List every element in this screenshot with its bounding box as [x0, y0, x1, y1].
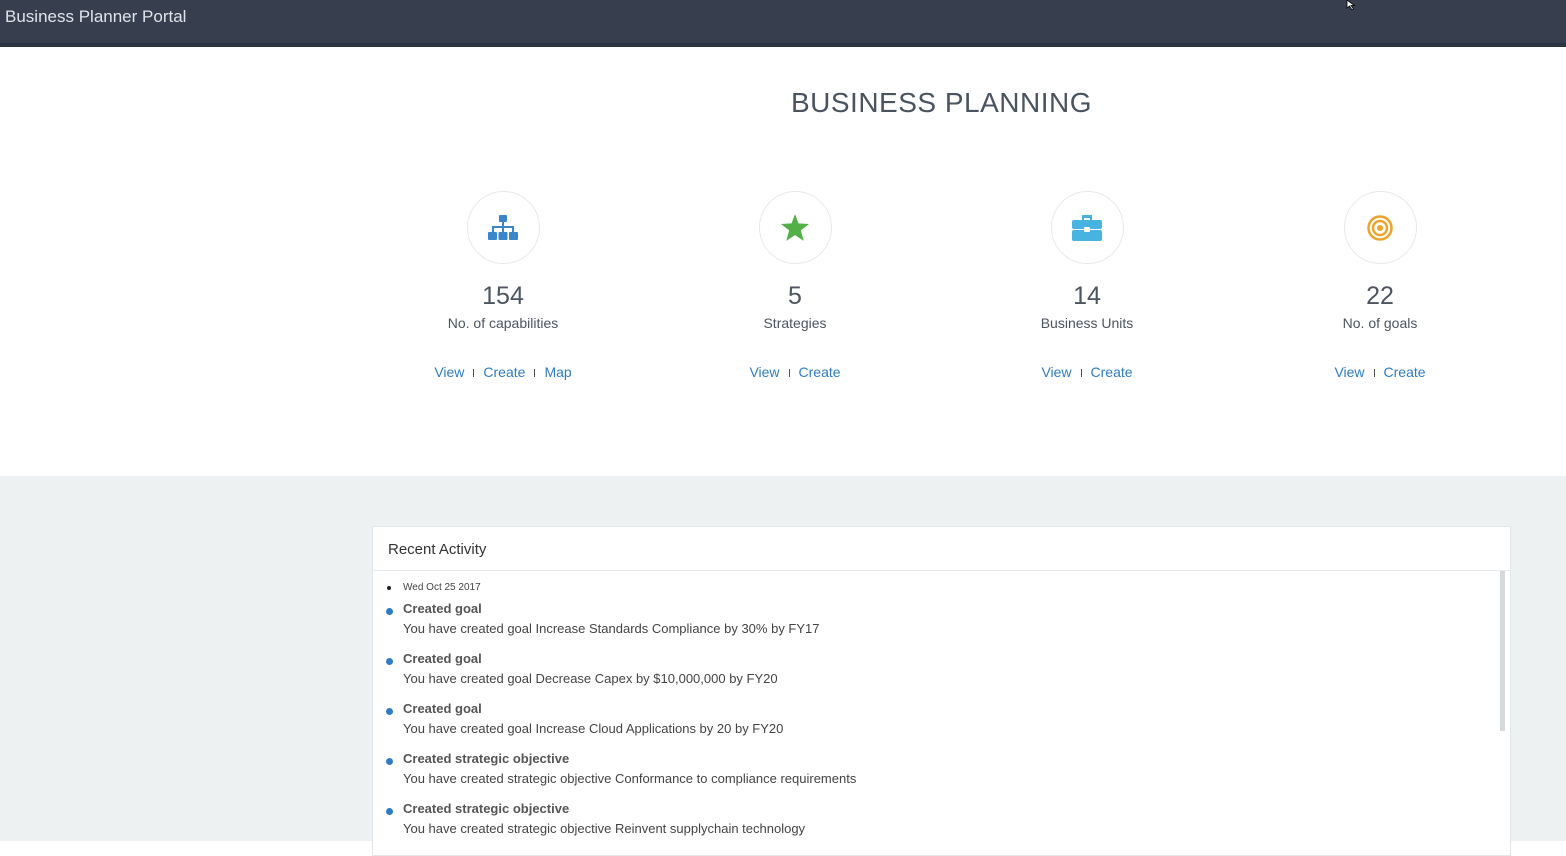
target-icon	[1367, 214, 1393, 241]
strategies-links: View Create	[675, 364, 915, 380]
activity-item-desc: You have created goal Decrease Capex by …	[403, 671, 778, 686]
business-units-label: Business Units	[1040, 315, 1134, 331]
business-units-create-link[interactable]: Create	[1091, 364, 1133, 380]
stat-icon-circle	[758, 191, 832, 264]
activity-item: Created goal You have created goal Incre…	[386, 701, 1487, 751]
activity-scrollbar[interactable]	[1500, 571, 1505, 731]
activity-item-desc: You have created goal Increase Cloud App…	[403, 721, 784, 736]
timeline-dot-icon	[386, 808, 393, 815]
activity-item-title: Created strategic objective	[403, 801, 570, 816]
link-separator	[473, 369, 475, 378]
strategies-view-link[interactable]: View	[749, 364, 779, 380]
briefcase-icon	[1072, 214, 1102, 241]
timeline-dot-icon	[386, 608, 393, 615]
link-separator	[1080, 369, 1082, 378]
app-brand[interactable]: Business Planner Portal	[5, 7, 186, 27]
business-units-view-link[interactable]: View	[1041, 364, 1071, 380]
link-separator	[534, 369, 536, 378]
goals-view-link[interactable]: View	[1334, 364, 1364, 380]
goals-links: View Create	[1260, 364, 1500, 380]
bullet-icon	[387, 586, 391, 590]
strategies-count: 5	[788, 282, 802, 310]
activity-item-title: Created strategic objective	[403, 751, 570, 766]
link-separator	[1373, 369, 1375, 378]
overview-section: BUSINESS PLANNING 154 No. of capabilitie…	[0, 47, 1566, 476]
goals-count: 22	[1366, 282, 1394, 310]
activity-item-desc: You have created goal Increase Standards…	[403, 621, 820, 636]
activity-item: Created goal You have created goal Incre…	[386, 601, 1487, 651]
strategies-label: Strategies	[763, 315, 827, 331]
activity-item: Created strategic objective You have cre…	[386, 751, 1487, 801]
recent-activity-title: Recent Activity	[373, 527, 1510, 571]
activity-date-row: Wed Oct 25 2017	[387, 581, 1487, 601]
capabilities-label: No. of capabilities	[447, 315, 559, 331]
activity-item-title: Created goal	[403, 651, 482, 666]
capabilities-count: 154	[482, 282, 524, 310]
activity-item: Created strategic objective You have cre…	[386, 801, 1487, 851]
activity-item: Created goal You have created goal Decre…	[386, 651, 1487, 701]
business-units-count: 14	[1073, 282, 1101, 310]
star-icon	[781, 214, 809, 241]
capabilities-map-link[interactable]: Map	[544, 364, 571, 380]
recent-activity-panel: Recent Activity Wed Oct 25 2017 Created …	[372, 526, 1511, 856]
business-units-links: View Create	[967, 364, 1207, 380]
stat-capabilities: 154 No. of capabilities View Create Map	[383, 191, 623, 380]
timeline-dot-icon	[386, 708, 393, 715]
timeline-dot-icon	[386, 758, 393, 765]
activity-item-title: Created goal	[403, 701, 482, 716]
stat-strategies: 5 Strategies View Create	[675, 191, 915, 380]
stat-business-units: 14 Business Units View Create	[967, 191, 1207, 380]
capabilities-create-link[interactable]: Create	[483, 364, 525, 380]
stat-icon-circle	[1050, 191, 1124, 264]
goals-create-link[interactable]: Create	[1384, 364, 1426, 380]
activity-item-title: Created goal	[403, 601, 482, 616]
goals-label: No. of goals	[1342, 315, 1418, 331]
capabilities-view-link[interactable]: View	[434, 364, 464, 380]
top-nav-bar: Business Planner Portal	[0, 0, 1566, 47]
activity-item-desc: You have created strategic objective Con…	[403, 771, 857, 786]
strategies-create-link[interactable]: Create	[799, 364, 841, 380]
timeline-dot-icon	[386, 658, 393, 665]
capabilities-links: View Create Map	[383, 364, 623, 380]
stat-goals: 22 No. of goals View Create	[1260, 191, 1500, 380]
activity-date: Wed Oct 25 2017	[403, 582, 481, 593]
sitemap-icon	[488, 214, 518, 240]
stat-icon-circle	[466, 191, 540, 264]
link-separator	[788, 369, 790, 378]
activity-section: Recent Activity Wed Oct 25 2017 Created …	[0, 476, 1566, 856]
activity-item-desc: You have created strategic objective Rei…	[403, 821, 806, 836]
page-title: BUSINESS PLANNING	[790, 87, 1093, 118]
activity-feed: Wed Oct 25 2017 Created goal You have cr…	[386, 581, 1487, 851]
stat-icon-circle	[1343, 191, 1417, 264]
mouse-cursor-icon	[1346, 0, 1356, 10]
